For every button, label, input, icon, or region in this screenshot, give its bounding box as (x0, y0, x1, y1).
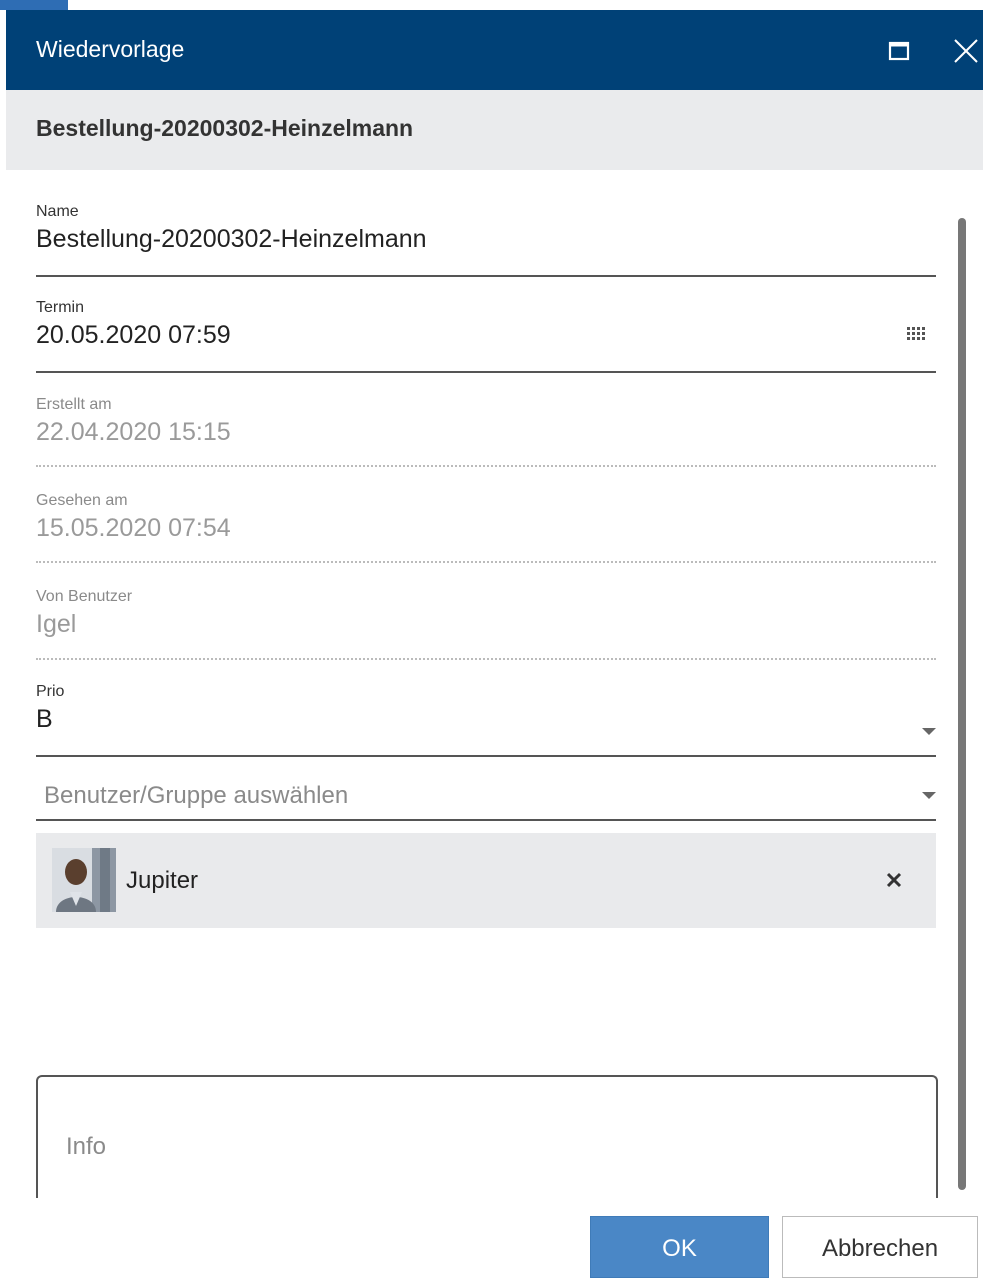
erstellt-field: Erstellt am 22.04.2020 15:15 (36, 396, 936, 471)
dialog-subheader: Bestellung-20200302-Heinzelmann (6, 90, 983, 170)
von-benutzer-underline (36, 658, 936, 660)
gesehen-field: Gesehen am 15.05.2020 07:54 (36, 492, 936, 567)
maximize-icon[interactable] (888, 40, 910, 62)
termin-underline (36, 371, 936, 373)
termin-label: Termin (36, 299, 85, 316)
gesehen-underline (36, 561, 936, 563)
prio-select[interactable]: Prio B (36, 683, 936, 758)
record-title: Bestellung-20200302-Heinzelmann (36, 115, 414, 141)
scrollbar[interactable] (958, 218, 966, 1190)
name-field[interactable]: Name Bestellung-20200302-Heinzelmann (36, 203, 936, 278)
user-group-select[interactable]: Benutzer/Gruppe auswählen (36, 782, 936, 824)
corner-accent (0, 0, 68, 10)
prio-value[interactable]: B (36, 705, 53, 734)
termin-value[interactable]: 20.05.2020 07:59 (36, 321, 231, 350)
prio-underline (36, 755, 936, 757)
info-placeholder: Info (66, 1133, 107, 1160)
cancel-button[interactable]: Abbrechen (782, 1216, 978, 1278)
ok-button[interactable]: OK (590, 1216, 769, 1278)
erstellt-label: Erstellt am (36, 396, 112, 413)
gesehen-value: 15.05.2020 07:54 (36, 514, 231, 542)
name-value[interactable]: Bestellung-20200302-Heinzelmann (36, 225, 427, 254)
selected-user-name: Jupiter (126, 867, 199, 894)
chevron-down-icon[interactable] (922, 792, 936, 799)
termin-field[interactable]: Termin 20.05.2020 07:59 (36, 299, 936, 374)
selected-user-chip: Jupiter (36, 833, 936, 928)
gesehen-label: Gesehen am (36, 492, 128, 509)
von-benutzer-field: Von Benutzer Igel (36, 588, 936, 663)
von-benutzer-label: Von Benutzer (36, 588, 133, 605)
close-icon[interactable] (952, 37, 980, 65)
remove-icon[interactable] (884, 870, 904, 890)
erstellt-value: 22.04.2020 15:15 (36, 418, 231, 446)
dialog-title: Wiedervorlage (36, 36, 185, 62)
user-group-placeholder: Benutzer/Gruppe auswählen (44, 782, 349, 809)
avatar (52, 848, 116, 912)
name-underline (36, 275, 936, 277)
chevron-down-icon[interactable] (922, 728, 936, 735)
name-label: Name (36, 203, 79, 220)
von-benutzer-value: Igel (36, 610, 77, 638)
erstellt-underline (36, 465, 936, 467)
info-textarea[interactable]: Info (36, 1075, 938, 1217)
prio-label: Prio (36, 683, 65, 700)
user-group-underline (36, 819, 936, 821)
calendar-icon[interactable] (906, 325, 928, 345)
dialog-titlebar: Wiedervorlage (6, 10, 983, 90)
